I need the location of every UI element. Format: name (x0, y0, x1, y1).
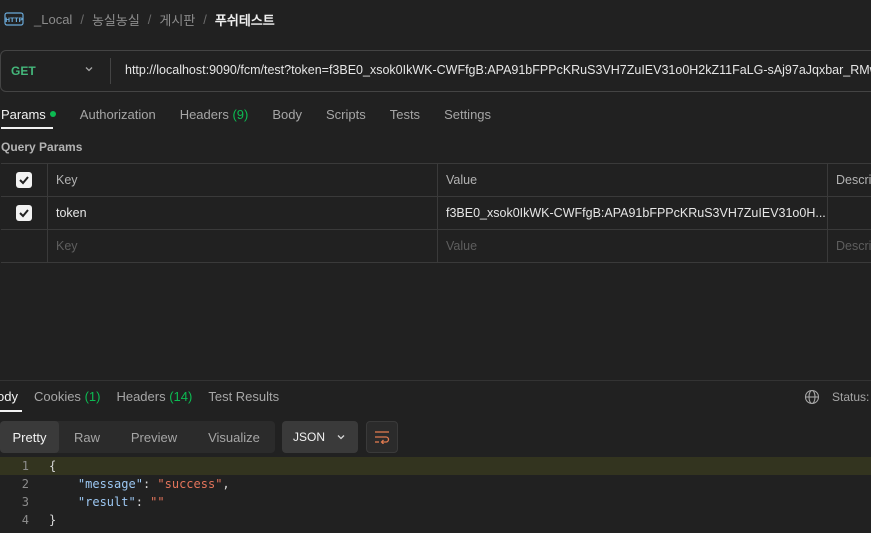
response-headers-count: (14) (169, 389, 193, 404)
column-header-key: Key (47, 164, 437, 196)
column-header-value: Value (437, 164, 827, 196)
code-text: "message": "success", (77, 477, 230, 491)
line-number: 3 (21, 495, 29, 509)
param-description-cell[interactable] (827, 197, 871, 229)
active-tab-indicator (1, 127, 53, 129)
table-header-row: Key Value Descri (1, 164, 871, 197)
select-all-checkbox[interactable] (16, 172, 32, 188)
tab-response-body[interactable]: ody (0, 389, 18, 404)
wrap-lines-icon (375, 431, 390, 444)
code-text: } (49, 513, 57, 527)
new-key-input[interactable]: Key (47, 230, 437, 262)
view-visualize-button[interactable]: Visualize (193, 421, 275, 453)
url-input[interactable]: http://localhost:9090/fcm/test?token=f3B… (125, 63, 871, 77)
format-select[interactable]: JSON (282, 421, 358, 453)
check-icon (19, 209, 29, 218)
json-key: "message" (77, 477, 143, 491)
check-icon (19, 176, 29, 185)
response-tabs: ody Cookies (1) Headers (14) Test Result… (0, 389, 295, 404)
view-raw-button[interactable]: Raw (59, 421, 115, 453)
headers-count: (9) (232, 107, 249, 122)
empty-checkbox-cell (1, 230, 47, 262)
breadcrumb-separator: / (203, 11, 207, 27)
table-row: token f3BE0_xsok0IkWK-CWFfgB:APA91bFPPcK… (1, 197, 871, 230)
new-description-input[interactable]: Descri (827, 230, 871, 262)
breadcrumb: HTTP _Local / 농실농실 / 게시판 / 푸쉬테스트 (4, 8, 275, 30)
query-params-table: Key Value Descri token f3BE0_xsok0IkWK-C… (1, 163, 871, 263)
breadcrumb-current-request[interactable]: 푸쉬테스트 (215, 10, 275, 29)
tab-headers-label: Headers (179, 107, 229, 122)
breadcrumb-item-folder[interactable]: 게시판 (159, 10, 195, 29)
response-divider[interactable] (0, 380, 871, 381)
chevron-down-icon[interactable] (84, 64, 94, 74)
code-line: 3 "result": "" (0, 493, 871, 511)
line-number: 2 (21, 477, 29, 491)
row-checkbox[interactable] (16, 205, 32, 221)
tab-cookies[interactable]: Cookies (1) (34, 389, 100, 404)
param-key-cell[interactable]: token (47, 197, 437, 229)
request-tabs: Params Authorization Headers (9) Body Sc… (1, 107, 515, 122)
tab-body[interactable]: Body (272, 107, 302, 122)
format-select-label: JSON (293, 430, 326, 444)
tab-scripts[interactable]: Scripts (326, 107, 366, 122)
tab-settings[interactable]: Settings (444, 107, 491, 122)
select-all-cell[interactable] (1, 164, 47, 196)
cookies-count: (1) (84, 389, 101, 404)
tab-response-headers[interactable]: Headers (14) (116, 389, 192, 404)
column-header-description: Descri (827, 164, 871, 196)
json-string: "" (150, 495, 165, 509)
code-line: 2 "message": "success", (0, 475, 871, 493)
code-line: 1 { (0, 457, 871, 475)
query-params-title: Query Params (1, 140, 83, 154)
globe-icon[interactable] (804, 389, 820, 405)
tab-params[interactable]: Params (1, 107, 56, 122)
param-value-cell[interactable]: f3BE0_xsok0IkWK-CWFfgB:APA91bFPPcKRuS3VH… (437, 197, 827, 229)
view-preview-button[interactable]: Preview (115, 421, 193, 453)
chevron-down-icon (337, 435, 345, 440)
code-text: "result": "" (77, 495, 165, 509)
table-row-empty: Key Value Descri (1, 230, 871, 263)
svg-text:HTTP: HTTP (5, 17, 23, 24)
status-label: Status: (832, 390, 870, 404)
method-select[interactable]: GET (11, 64, 36, 78)
json-string: "success" (157, 477, 223, 491)
tab-tests[interactable]: Tests (390, 107, 420, 122)
response-active-tab-indicator (0, 410, 22, 412)
tab-authorization[interactable]: Authorization (80, 107, 156, 122)
new-value-input[interactable]: Value (437, 230, 827, 262)
tab-params-label: Params (1, 107, 46, 122)
line-number: 4 (21, 513, 29, 527)
breadcrumb-separator: / (80, 11, 84, 27)
breadcrumb-item-collection[interactable]: 농실농실 (92, 10, 140, 29)
tab-response-headers-label: Headers (116, 389, 166, 404)
code-line: 4 } (0, 511, 871, 529)
line-number: 1 (21, 459, 29, 473)
json-key: "result" (77, 495, 136, 509)
breadcrumb-separator: / (147, 11, 152, 27)
tab-test-results[interactable]: Test Results (208, 389, 279, 404)
url-divider (110, 58, 111, 84)
view-pretty-button[interactable]: Pretty (0, 421, 59, 453)
tab-headers[interactable]: Headers (9) (180, 107, 249, 122)
breadcrumb-item-local[interactable]: _Local (34, 12, 72, 27)
row-checkbox-cell[interactable] (1, 197, 47, 229)
http-icon: HTTP (4, 12, 24, 26)
params-active-dot-icon (49, 110, 56, 117)
tab-cookies-label: Cookies (33, 389, 81, 404)
code-text: { (49, 459, 57, 473)
wrap-lines-button[interactable] (366, 421, 398, 453)
